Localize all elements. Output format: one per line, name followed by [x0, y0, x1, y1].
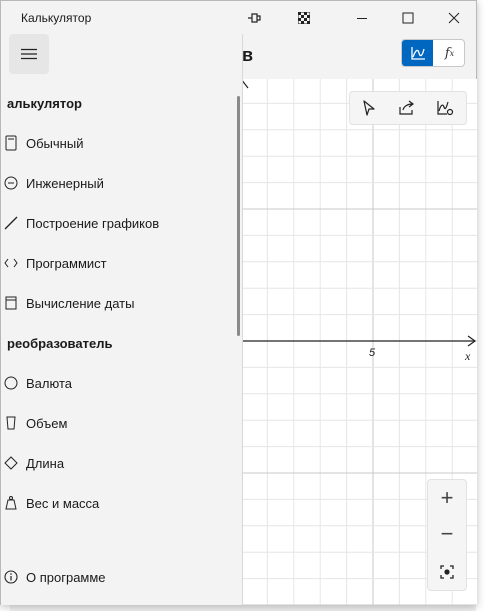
- reset-view-button[interactable]: [428, 554, 466, 590]
- navigation-pane: алькулятор Обычный Инженерный Построение г…: [1, 34, 243, 605]
- snap-button[interactable]: [281, 1, 327, 34]
- nav-item-conv-3[interactable]: Вес и масса: [1, 484, 233, 522]
- nav-item-calc-2[interactable]: Построение графиков: [1, 204, 233, 242]
- nav-item-label: Валюта: [26, 375, 72, 391]
- maximize-icon: [402, 12, 414, 23]
- graph-options-button[interactable]: [430, 95, 460, 121]
- pin-icon: [248, 12, 261, 23]
- nav-item-calc-1[interactable]: Инженерный: [1, 164, 233, 202]
- x-axis-label: x: [464, 349, 471, 363]
- zoom-controls: + −: [427, 479, 467, 591]
- graphing-icon: [3, 215, 19, 231]
- title-bar[interactable]: Калькулятор: [1, 1, 476, 34]
- hamburger-icon: [21, 48, 37, 60]
- graph-mode-button[interactable]: [402, 40, 433, 66]
- background-desktop-right: [476, 0, 485, 611]
- close-button[interactable]: [431, 1, 477, 34]
- zoom-in-button[interactable]: +: [428, 480, 466, 516]
- calendar-icon: [3, 295, 19, 311]
- minimize-icon: [357, 17, 367, 19]
- calculator-category-heading: алькулятор: [7, 96, 82, 111]
- minimize-button[interactable]: [339, 1, 385, 34]
- nav-item-label: Построение графиков: [26, 215, 160, 231]
- nav-item-label: Программист: [26, 255, 107, 271]
- converter-category-heading: реобразователь: [7, 336, 113, 351]
- nav-item-label: Вес и масса: [26, 495, 100, 511]
- share-icon: [399, 100, 414, 115]
- scientific-icon: [3, 175, 19, 191]
- currency-icon: [3, 375, 19, 391]
- nav-item-calc-3[interactable]: Программист: [1, 244, 233, 282]
- maximize-button[interactable]: [385, 1, 431, 34]
- menu-button[interactable]: [9, 34, 49, 74]
- nav-item-label: Объем: [26, 415, 68, 431]
- function-mode-button[interactable]: fx: [434, 40, 464, 66]
- graph-mode-icon: [410, 47, 425, 60]
- calculator-window: Калькулятор ов fx 5x: [0, 0, 477, 605]
- x-tick-label: 5: [369, 347, 376, 359]
- length-icon: [3, 455, 19, 471]
- nav-item-label: Вычисление даты: [26, 295, 135, 311]
- share-button[interactable]: [392, 95, 422, 121]
- close-icon: [448, 12, 460, 23]
- trace-button[interactable]: [354, 95, 384, 121]
- zoom-out-button[interactable]: −: [428, 516, 466, 552]
- nav-item-label: О программе: [26, 569, 106, 585]
- cursor-icon: [363, 100, 375, 116]
- keep-on-top-button[interactable]: [231, 1, 277, 34]
- fit-view-icon: [440, 565, 454, 579]
- nav-item-calc-4[interactable]: Вычисление даты: [1, 284, 233, 322]
- info-icon: [3, 569, 19, 585]
- weight-icon: [3, 495, 19, 511]
- nav-scrollbar[interactable]: [237, 96, 240, 336]
- nav-item-label: Длина: [26, 455, 65, 471]
- nav-item-about[interactable]: О программе: [1, 558, 233, 596]
- nav-item-conv-1[interactable]: Объем: [1, 404, 233, 442]
- nav-item-conv-2[interactable]: Длина: [1, 444, 233, 482]
- nav-item-label: Инженерный: [26, 175, 104, 191]
- mode-toggle[interactable]: fx: [401, 39, 465, 67]
- graph-toolbar: [349, 91, 467, 125]
- window-title: Калькулятор: [21, 11, 92, 25]
- nav-item-conv-0[interactable]: Валюта: [1, 364, 233, 402]
- volume-icon: [3, 415, 19, 431]
- checker-icon: [298, 11, 310, 24]
- nav-item-calc-0[interactable]: Обычный: [1, 124, 233, 162]
- programmer-icon: [3, 255, 19, 271]
- standard-calculator-icon: [3, 135, 19, 151]
- graph-settings-icon: [437, 101, 454, 116]
- nav-item-label: Обычный: [26, 135, 84, 151]
